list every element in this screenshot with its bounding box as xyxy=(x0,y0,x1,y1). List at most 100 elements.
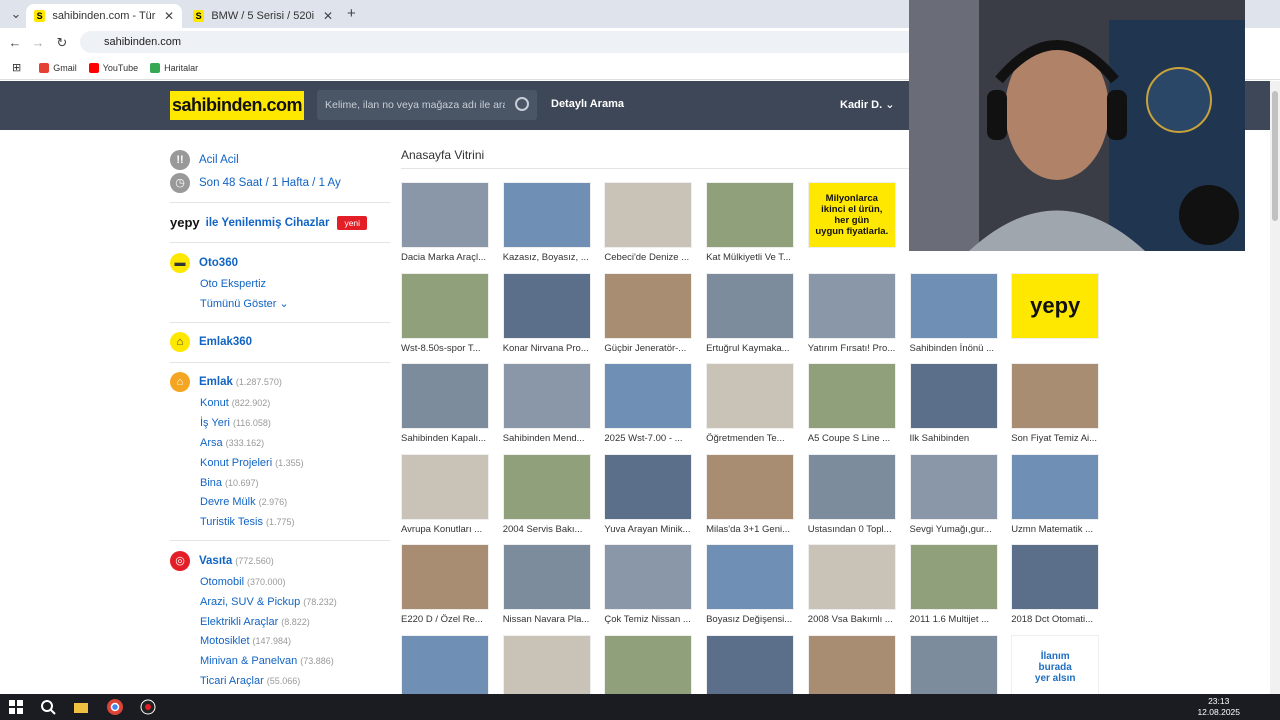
listing-item[interactable]: Dacia Marka Araçl... xyxy=(401,182,489,263)
listing-title[interactable]: 2025 Wst-7.00 - ... xyxy=(604,433,696,444)
listing-item[interactable]: Son Fiyat Temiz Ai... xyxy=(1011,363,1100,444)
listing-item[interactable]: A5 Coupe S Line ... xyxy=(807,363,896,444)
listing-item[interactable]: Milas'da 3+1 Geni... xyxy=(706,453,795,535)
listing-item[interactable] xyxy=(604,634,693,694)
listing-title[interactable]: Dacia Marka Araçl... xyxy=(401,252,493,263)
listing-item[interactable]: 2011 1.6 Multijet ... xyxy=(909,544,998,625)
subcategory-link[interactable]: Minivan & Panelvan (73.886) xyxy=(170,651,390,671)
oto-ekspertiz-link[interactable]: Oto Ekspertiz xyxy=(170,274,390,294)
listing-item[interactable]: Güçbir Jeneratör-... xyxy=(604,272,693,354)
listing-title[interactable]: Sahibinden Mend... xyxy=(503,433,595,444)
listing-title[interactable]: Uzmn Matematik ... xyxy=(1011,524,1101,535)
subcategory-link[interactable]: Arazi, SUV & Pickup (78.232) xyxy=(170,592,390,612)
listing-title[interactable]: Ertuğrul Kaymaka... xyxy=(706,343,798,354)
yepy-ad-banner[interactable]: yepy xyxy=(1011,272,1100,339)
subcategory-link[interactable]: Arsa (333.162) xyxy=(170,433,390,453)
listing-title[interactable]: 2008 Vsa Bakımlı ... xyxy=(808,614,900,625)
subcategory-link[interactable]: Turistik Tesis (1.775) xyxy=(170,512,390,532)
recent-48h-link[interactable]: Son 48 Saat xyxy=(199,177,262,189)
subcategory-link[interactable]: Devre Mülk (2.976) xyxy=(170,493,390,513)
listing-title[interactable]: Cebeci'de Denize ... xyxy=(604,252,696,263)
listing-item[interactable]: Sahibinden İnönü ... xyxy=(909,272,998,354)
listing-item[interactable] xyxy=(807,634,896,694)
listing-thumbnail[interactable] xyxy=(909,544,998,610)
listing-title[interactable]: Kat Mülkiyetli Ve T... xyxy=(706,252,798,263)
listing-thumbnail[interactable] xyxy=(502,634,591,694)
listing-item[interactable]: Sahibinden Kapalı... xyxy=(401,363,489,444)
detailed-search-link[interactable]: Detaylı Arama xyxy=(551,98,624,110)
close-tab-icon[interactable]: ✕ xyxy=(323,9,333,23)
oto360-link[interactable]: ▬ Oto360 xyxy=(170,251,390,274)
listing-title[interactable]: Yatırım Fırsatı! Pro... xyxy=(808,343,900,354)
listing-item[interactable]: İlanım burada yer alsın xyxy=(1011,634,1100,694)
listing-item[interactable] xyxy=(706,634,795,694)
listing-item[interactable]: Uzmn Matematik ... xyxy=(1011,453,1101,535)
forward-icon[interactable]: → xyxy=(26,35,50,50)
listing-thumbnail[interactable] xyxy=(604,544,693,610)
recent-1week-link[interactable]: 1 Hafta xyxy=(272,177,309,189)
listing-item[interactable]: 2025 Wst-7.00 - ... xyxy=(604,363,693,444)
recorder-icon[interactable] xyxy=(139,698,157,716)
subcategory-link[interactable]: Ticari Araçlar (55.066) xyxy=(170,671,390,691)
listing-title[interactable]: Ustasından 0 Topl... xyxy=(808,524,900,535)
listing-thumbnail[interactable] xyxy=(1011,453,1100,520)
listing-title[interactable]: A5 Coupe S Line ... xyxy=(808,433,900,444)
scrollbar-thumb[interactable] xyxy=(1272,91,1278,221)
listing-thumbnail[interactable] xyxy=(807,544,896,610)
listing-thumbnail[interactable] xyxy=(604,272,693,339)
back-icon[interactable]: ← xyxy=(3,35,27,50)
listing-item[interactable]: Ertuğrul Kaymaka... xyxy=(706,272,795,354)
listing-item[interactable]: Kat Mülkiyetli Ve T... xyxy=(706,182,795,263)
listing-title[interactable]: E220 D / Özel Re... xyxy=(401,614,493,625)
subcategory-link[interactable]: İş Yeri (116.058) xyxy=(170,413,390,433)
listing-thumbnail[interactable] xyxy=(909,272,998,339)
ilan-ad-banner[interactable]: İlanım burada yer alsın xyxy=(1011,634,1100,694)
listing-thumbnail[interactable] xyxy=(909,453,998,520)
subcategory-link[interactable]: Konut (822.902) xyxy=(170,394,390,414)
search-box[interactable] xyxy=(317,90,537,120)
close-tab-icon[interactable]: ✕ xyxy=(164,9,174,23)
listing-thumbnail[interactable] xyxy=(502,453,591,520)
listing-item[interactable]: E220 D / Özel Re... xyxy=(401,544,489,625)
system-clock[interactable]: 23:13 12.08.2025 xyxy=(1197,696,1240,718)
emlak360-link[interactable]: ⌂ Emlak360 xyxy=(170,331,390,354)
listing-item[interactable]: Kazasız, Boyasız, ... xyxy=(502,182,591,263)
search-icon[interactable] xyxy=(515,97,529,111)
acil-link[interactable]: !! Acil Acil xyxy=(170,148,390,171)
listing-thumbnail[interactable] xyxy=(401,363,489,429)
listing-item[interactable]: Boyasız Değişensi... xyxy=(706,544,795,625)
listing-title[interactable]: Çok Temiz Nissan ... xyxy=(604,614,696,625)
listing-title[interactable]: Konar Nirvana Pro... xyxy=(503,343,595,354)
listing-item[interactable]: Yuva Arayan Minik... xyxy=(604,453,693,535)
yepy-link[interactable]: yepy ile Yenilenmiş Cihazlar yeni xyxy=(170,211,390,234)
listing-thumbnail[interactable] xyxy=(706,453,795,520)
listing-item[interactable]: Nissan Navara Pla... xyxy=(502,544,591,625)
listing-thumbnail[interactable] xyxy=(502,182,591,248)
listing-thumbnail[interactable] xyxy=(909,363,998,429)
apps-grid-icon[interactable]: ⊞ xyxy=(12,61,21,74)
tab-bmw[interactable]: S BMW / 5 Serisi / 520i / Premium ✕ xyxy=(185,4,341,28)
listing-item[interactable]: yepy xyxy=(1011,272,1100,339)
tab-sahibinden[interactable]: S sahibinden.com - Türkiye'nin C ✕ xyxy=(26,4,182,28)
listing-thumbnail[interactable] xyxy=(807,634,896,694)
subcategory-link[interactable]: Otomobil (370.000) xyxy=(170,572,390,592)
bookmark-haritalar[interactable]: Haritalar xyxy=(150,62,198,73)
listing-title[interactable]: Güçbir Jeneratör-... xyxy=(604,343,696,354)
listing-thumbnail[interactable] xyxy=(604,453,693,520)
listing-item[interactable] xyxy=(909,634,998,694)
listing-item[interactable]: 2008 Vsa Bakımlı ... xyxy=(807,544,896,625)
listing-item[interactable]: 2018 Dct Otomati... xyxy=(1011,544,1100,625)
yepy-ad-banner[interactable]: Milyonlarca ikinci el ürün, her gün uygun f… xyxy=(807,182,896,248)
listing-item[interactable] xyxy=(502,634,591,694)
listing-title[interactable]: 2004 Servis Bakı... xyxy=(503,524,595,535)
listing-item[interactable]: Ilk Sahibinden xyxy=(909,363,998,444)
search-icon[interactable] xyxy=(39,698,57,716)
emlak-category[interactable]: ⌂ Emlak (1.287.570) xyxy=(170,371,390,394)
show-all-link[interactable]: Tümünü Göster ⌄ xyxy=(170,294,390,314)
listing-title[interactable]: Sahibinden İnönü ... xyxy=(910,343,1002,354)
listing-item[interactable]: Yatırım Fırsatı! Pro... xyxy=(807,272,896,354)
reload-icon[interactable]: ↻ xyxy=(50,35,74,51)
listing-title[interactable]: Milas'da 3+1 Geni... xyxy=(706,524,798,535)
listing-thumbnail[interactable] xyxy=(807,453,896,520)
listing-thumbnail[interactable] xyxy=(604,634,693,694)
